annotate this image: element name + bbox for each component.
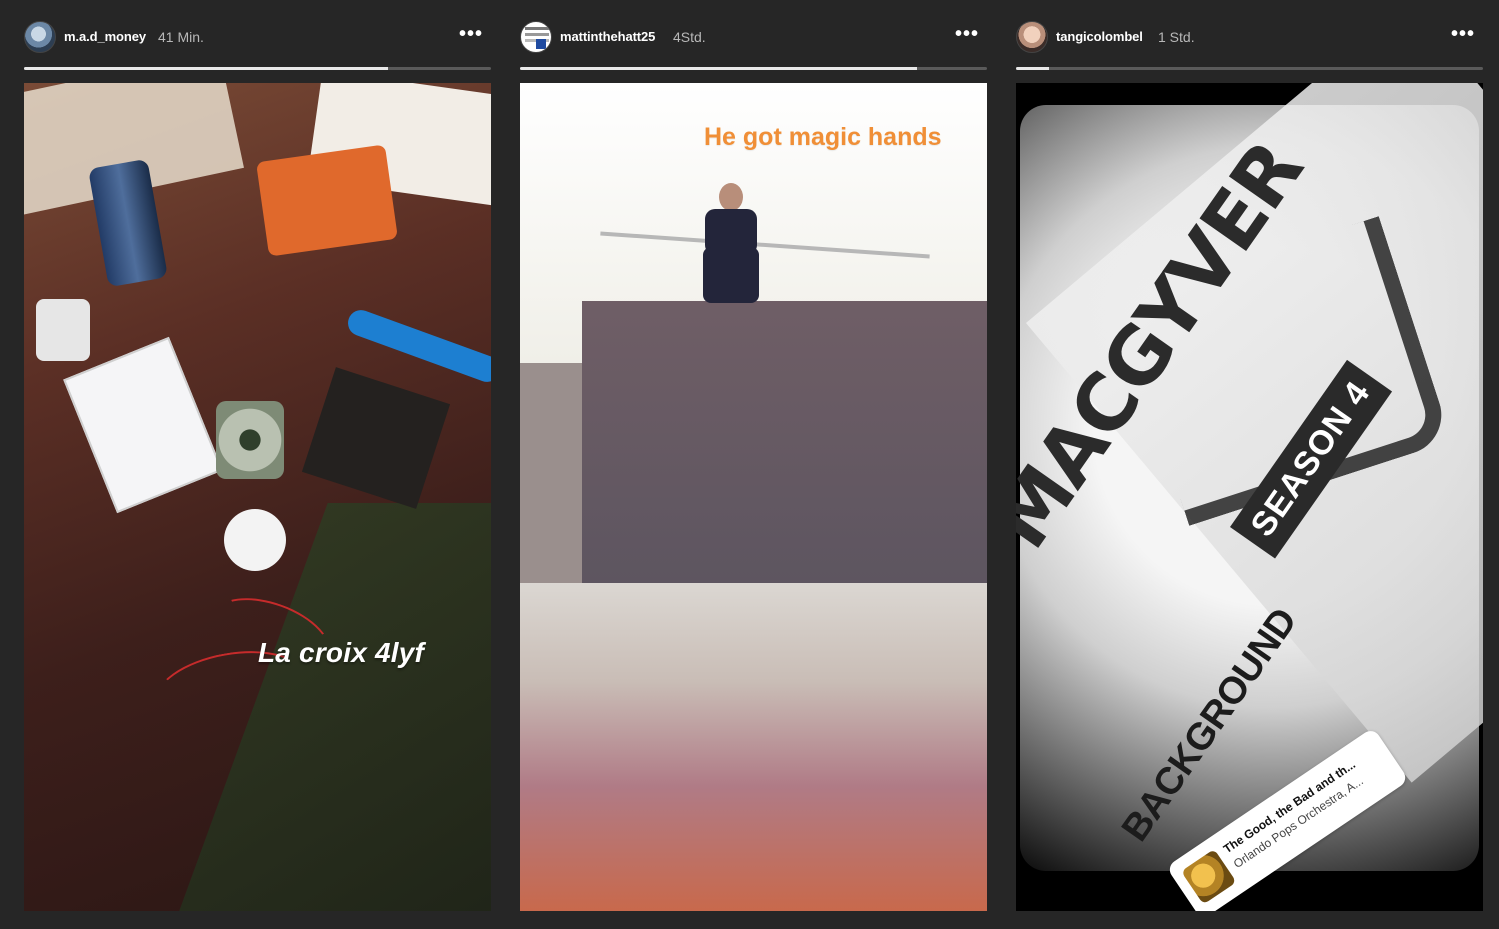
avatar[interactable]	[1016, 21, 1048, 53]
album-art-icon	[1181, 848, 1237, 905]
solder-spool	[216, 401, 284, 479]
story-caption: La croix 4lyf	[258, 637, 425, 668]
wall-left	[520, 363, 590, 587]
concrete-wall	[582, 301, 987, 587]
more-options-icon[interactable]: •••	[1451, 24, 1475, 44]
story-username[interactable]: tangicolombel	[1056, 29, 1143, 44]
story-timestamp: 1 Std.	[1158, 29, 1195, 45]
avatar[interactable]	[24, 21, 56, 53]
story-timestamp: 4Std.	[673, 29, 706, 45]
story-card-3[interactable]: tangicolombel 1 Std. ••• MACGYVER SEASON…	[1016, 0, 1483, 929]
story-progress-fill	[520, 67, 917, 70]
story-header: mattinthehatt25 4Std. •••	[520, 20, 987, 54]
story-progress-fill	[1016, 67, 1049, 70]
story-card-2[interactable]: mattinthehatt25 4Std. ••• He got magic h…	[520, 0, 987, 929]
soldering-station	[256, 144, 398, 257]
story-progress-bar	[1016, 67, 1483, 70]
avatar-blue-box-icon	[536, 39, 546, 49]
story-progress-fill	[24, 67, 389, 70]
flux-jar	[36, 299, 90, 361]
story-timestamp: 41 Min.	[158, 29, 204, 45]
more-options-icon[interactable]: •••	[955, 24, 979, 44]
story-header: m.a.d_money 41 Min. •••	[24, 20, 491, 54]
story-header: tangicolombel 1 Std. •••	[1016, 20, 1483, 54]
story-username[interactable]: m.a.d_money	[64, 29, 146, 44]
story-media[interactable]: La croix 4lyf	[24, 83, 491, 911]
story-progress-bar	[520, 67, 987, 70]
person-legs	[703, 247, 759, 303]
ground	[520, 583, 987, 911]
story-media[interactable]: He got magic hands	[520, 83, 987, 911]
story-card-1[interactable]: m.a.d_money 41 Min. ••• La croix 4lyf	[24, 0, 491, 929]
story-progress-bar	[24, 67, 491, 70]
avatar[interactable]	[520, 21, 552, 53]
story-media[interactable]: MACGYVER SEASON 4 BACKGROUND The Good, t…	[1016, 83, 1483, 911]
story-username[interactable]: mattinthehatt25	[560, 29, 655, 44]
person-head	[719, 183, 743, 211]
round-cap	[224, 509, 286, 571]
person	[695, 183, 767, 315]
story-caption: He got magic hands	[704, 123, 942, 151]
avatar-text-lines	[525, 27, 549, 30]
more-options-icon[interactable]: •••	[459, 24, 483, 44]
